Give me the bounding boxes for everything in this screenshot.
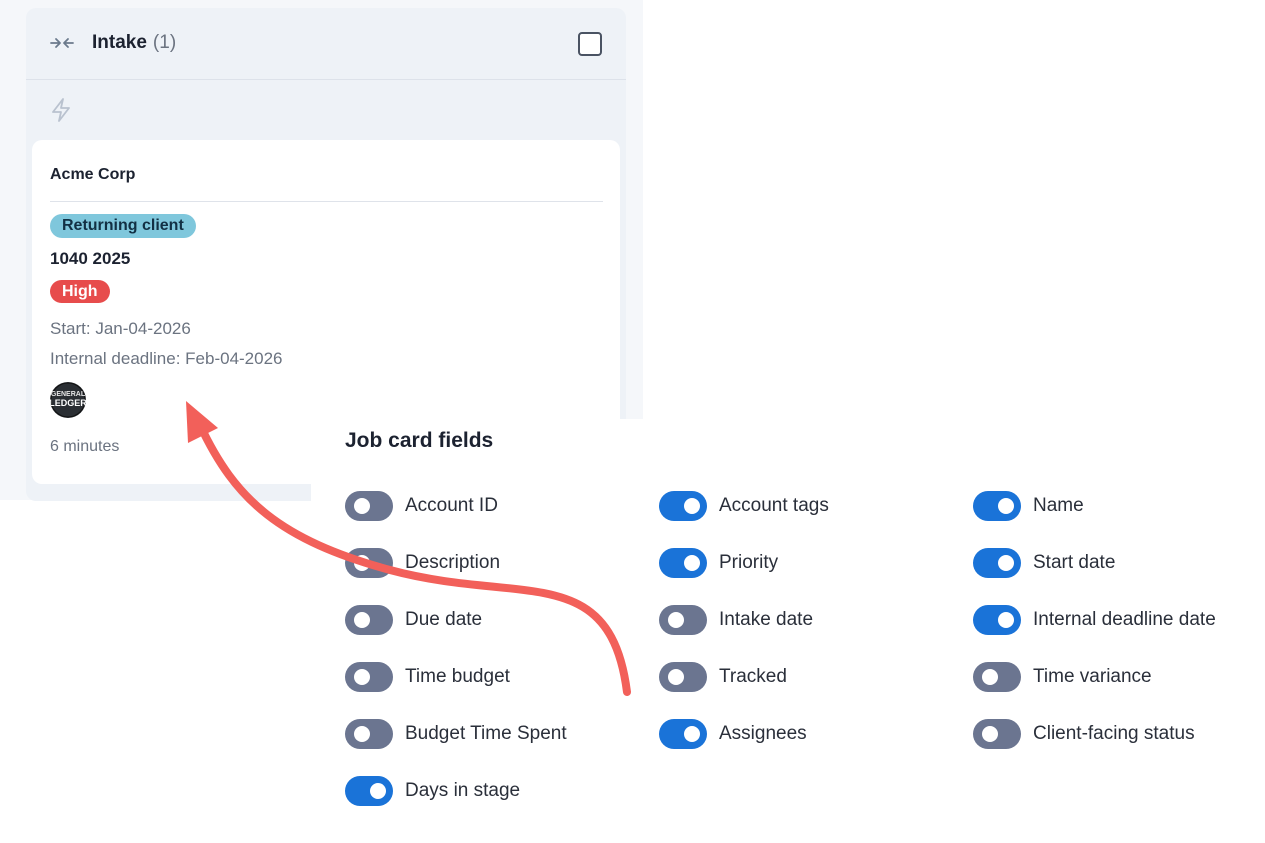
panel-title: Job card fields [345,429,494,452]
days-in-stage: 6 minutes [50,438,120,455]
toggle-switch[interactable] [345,605,393,635]
column-header: Intake (1) [26,8,626,80]
card-account-name[interactable]: Acme Corp [50,166,135,184]
field-label: Account tags [719,495,829,516]
toggle-switch[interactable] [659,548,707,578]
start-date: Start: Jan-04-2026 [50,319,191,338]
field-label: Description [405,552,501,573]
field-label: Days in stage [405,780,521,801]
job-name[interactable]: 1040 2025 [50,249,130,269]
toggle-switch[interactable] [973,548,1021,578]
internal-deadline: Internal deadline: Feb-04-2026 [50,349,283,368]
column-count: (1) [152,32,177,53]
field-label: Start date [1033,552,1116,573]
field-label: Client-facing status [1033,723,1195,744]
field-label: Intake date [719,609,814,630]
priority-badge: High [50,280,110,303]
avatar-text-top: GENERAL [51,391,86,398]
toggle-switch[interactable] [973,491,1021,521]
toggle-switch[interactable] [659,719,707,749]
toggle-switch[interactable] [345,719,393,749]
job-card-fields-panel: Job card fields Account ID Account tags … [311,419,1265,843]
field-label: Tracked [719,666,787,687]
toggle-switch[interactable] [973,719,1021,749]
field-label: Account ID [405,495,498,516]
collapse-arrows-icon[interactable] [50,34,74,52]
avatar-text-bottom: LEDGER [50,398,86,408]
field-label: Budget Time Spent [405,723,567,744]
toggle-switch[interactable] [345,548,393,578]
field-label: Due date [405,609,483,630]
card-divider [50,201,603,202]
lightning-icon[interactable] [50,98,72,122]
toggle-switch[interactable] [659,491,707,521]
toggle-switch[interactable] [345,662,393,692]
field-label: Name [1033,495,1084,516]
toggle-switch[interactable] [345,776,393,806]
column-title: Intake (1) [92,32,176,54]
toggle-switch[interactable] [659,605,707,635]
toggle-switch[interactable] [973,662,1021,692]
select-all-checkbox[interactable] [578,32,602,56]
toggle-switch[interactable] [973,605,1021,635]
field-label: Priority [719,552,779,573]
toggle-switch[interactable] [345,491,393,521]
field-label: Time budget [405,666,510,687]
account-tag-badge: Returning client [50,214,196,238]
field-label: Internal deadline date [1033,609,1216,630]
column-title-text: Intake [92,32,147,53]
assignee-avatar[interactable]: GENERAL LEDGER [50,382,86,418]
toggle-switch[interactable] [659,662,707,692]
field-label: Assignees [719,723,807,744]
field-label: Time variance [1033,666,1152,687]
